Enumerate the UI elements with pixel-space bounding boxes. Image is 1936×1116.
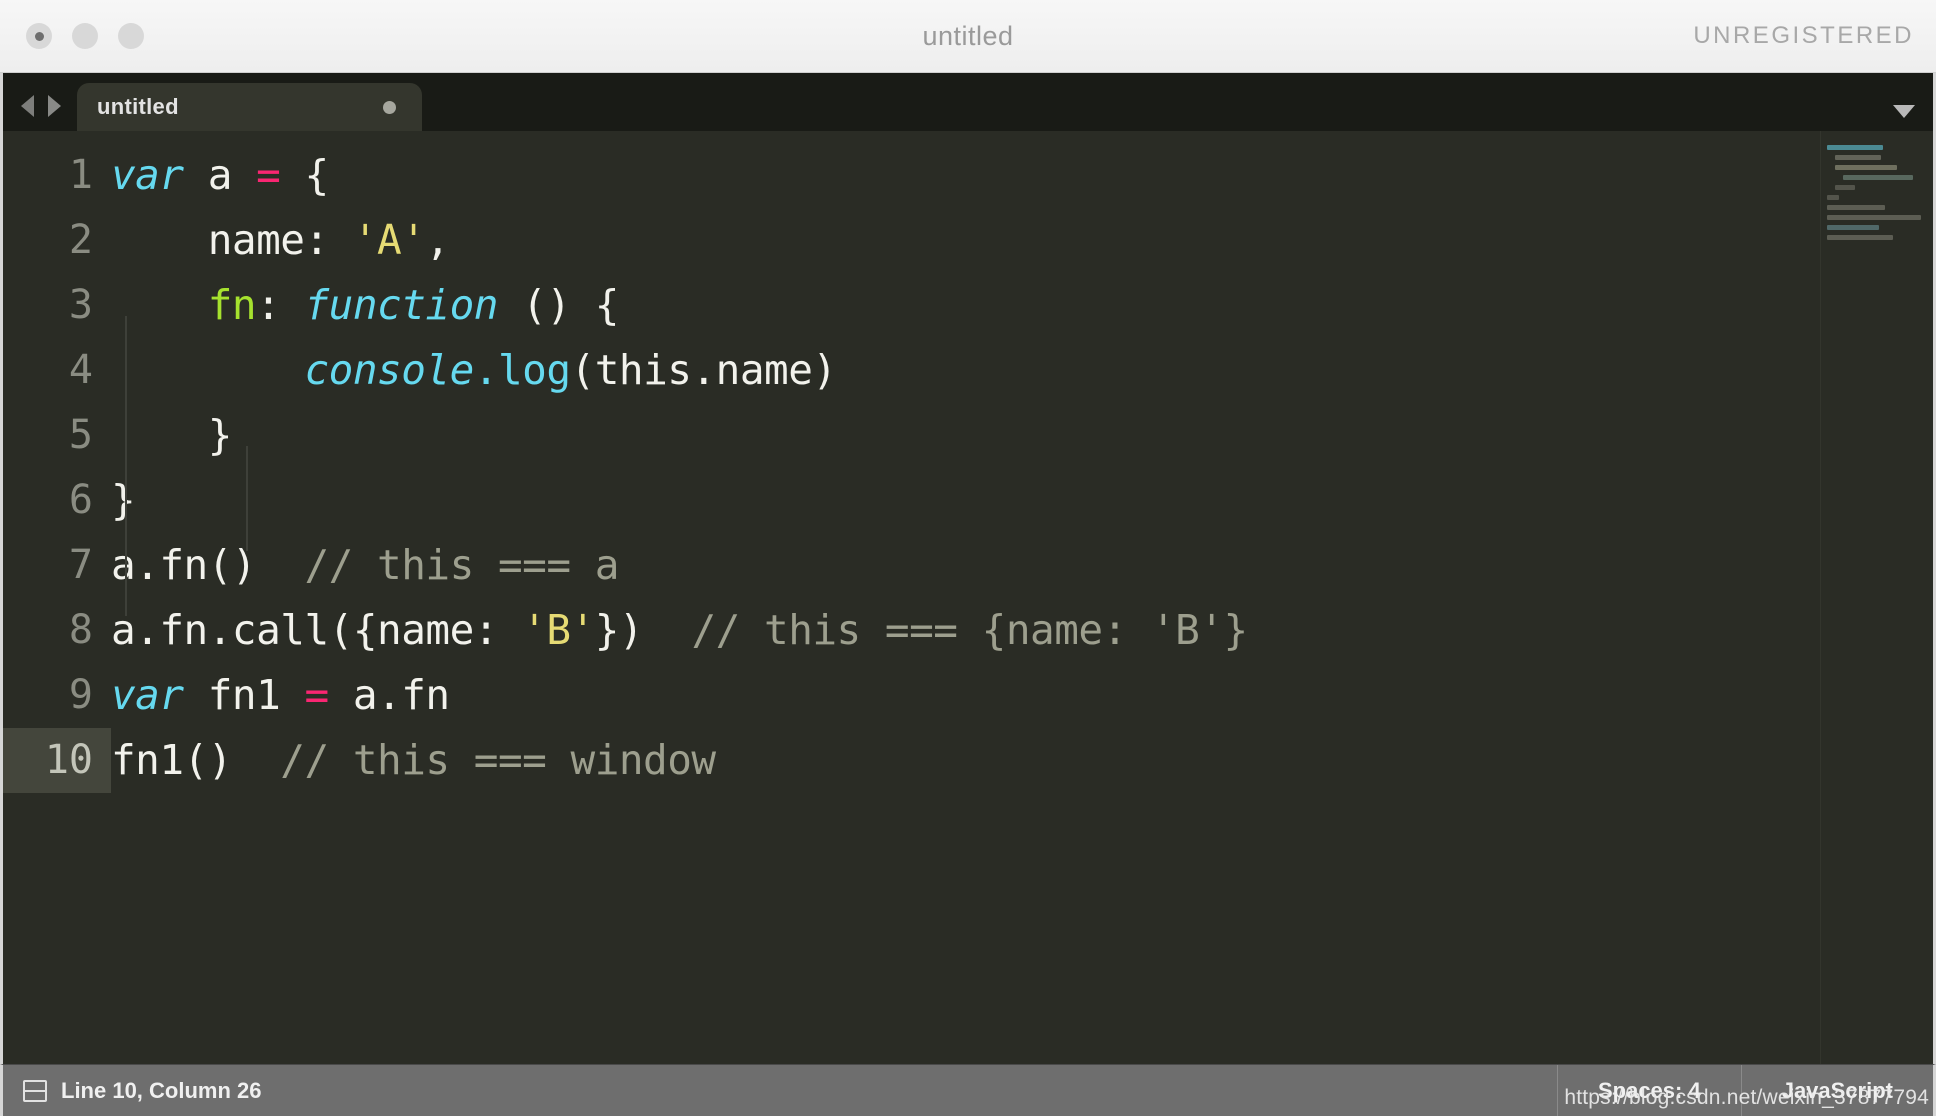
status-left-group: Line 10, Column 26	[3, 1078, 262, 1104]
license-badge: UNREGISTERED	[1693, 22, 1914, 49]
panel-layout-icon[interactable]	[23, 1079, 47, 1102]
minimap-line	[1843, 175, 1913, 180]
cursor-position-label: Line 10, Column 26	[61, 1077, 262, 1103]
arrow-left-icon[interactable]	[21, 95, 34, 117]
line-content: name: 'A',	[111, 216, 450, 264]
syntax-label: JavaScript	[1781, 1077, 1893, 1103]
line-content: }	[111, 411, 233, 459]
close-dot-icon	[34, 31, 44, 41]
code-line-1[interactable]: 1 var a = {	[3, 143, 1820, 208]
line-content: var fn1 = a.fn	[111, 671, 450, 719]
line-content: fn1() // this === window	[111, 736, 716, 784]
indentation-button[interactable]: Spaces: 4	[1556, 1065, 1741, 1116]
window-titlebar: untitled UNREGISTERED	[0, 0, 1936, 73]
traffic-light-group	[26, 23, 144, 49]
editor-shell: untitled 1 var a = { 2 name: 'A', 3 fn: …	[0, 73, 1936, 1064]
code-editor-area[interactable]: 1 var a = { 2 name: 'A', 3 fn: function …	[3, 131, 1933, 1064]
window-title: untitled	[922, 20, 1014, 51]
line-content: console.log(this.name)	[304, 346, 837, 394]
tab-bar: untitled	[3, 73, 1933, 131]
code-line-6[interactable]: 6 }	[3, 468, 1820, 533]
minimap-line	[1827, 225, 1879, 230]
code-lines: 1 var a = { 2 name: 'A', 3 fn: function …	[3, 131, 1820, 1064]
line-number: 6	[68, 477, 93, 523]
line-content: }	[111, 476, 136, 524]
minimap-line	[1827, 215, 1921, 220]
line-number: 5	[68, 412, 93, 458]
line-number: 1	[68, 152, 93, 198]
close-button[interactable]	[26, 23, 52, 49]
minimap-line	[1835, 155, 1881, 160]
line-content: a.fn() // this === a	[111, 541, 619, 589]
line-content: var a = {	[111, 151, 329, 199]
code-line-4[interactable]: 4 console.log(this.name)	[3, 338, 1820, 403]
tab-dirty-indicator-icon[interactable]	[383, 100, 396, 114]
sublime-text-window: untitled UNREGISTERED untitled 1 var a =…	[0, 0, 1936, 1116]
line-number: 3	[68, 282, 93, 328]
minimap-line	[1827, 145, 1883, 150]
chevron-down-icon[interactable]	[1893, 105, 1915, 118]
code-line-10[interactable]: 10 fn1() // this === window	[3, 728, 1820, 793]
maximize-button[interactable]	[118, 23, 144, 49]
code-line-8[interactable]: 8 a.fn.call({name: 'B'}) // this === {na…	[3, 598, 1820, 663]
status-bar: Line 10, Column 26 Spaces: 4 JavaScript …	[0, 1064, 1936, 1116]
indentation-label: Spaces: 4	[1597, 1077, 1701, 1103]
minimap-line	[1835, 185, 1855, 190]
tab-untitled[interactable]: untitled	[77, 83, 422, 131]
line-content: fn: function () {	[111, 281, 620, 329]
line-number: 9	[68, 672, 93, 718]
tab-label: untitled	[97, 94, 179, 119]
arrow-right-icon[interactable]	[48, 95, 61, 117]
status-right-group: Spaces: 4 JavaScript	[1556, 1065, 1933, 1116]
minimize-button[interactable]	[72, 23, 98, 49]
minimap-line	[1827, 235, 1893, 240]
line-number: 4	[68, 347, 93, 393]
tab-navigation	[3, 95, 77, 131]
syntax-button[interactable]: JavaScript	[1740, 1065, 1933, 1116]
minimap-line	[1827, 195, 1839, 200]
code-line-2[interactable]: 2 name: 'A',	[3, 208, 1820, 273]
line-number: 2	[68, 217, 93, 263]
line-number: 8	[68, 607, 93, 653]
minimap-line	[1835, 165, 1897, 170]
minimap-line	[1827, 205, 1885, 210]
line-number: 10	[3, 728, 111, 793]
code-line-5[interactable]: 5 }	[3, 403, 1820, 468]
line-number: 7	[68, 542, 93, 588]
editor-minimap[interactable]	[1820, 131, 1933, 1064]
code-line-7[interactable]: 7 a.fn() // this === a	[3, 533, 1820, 598]
code-line-9[interactable]: 9 var fn1 = a.fn	[3, 663, 1820, 728]
code-line-3[interactable]: 3 fn: function () {	[3, 273, 1820, 338]
line-content: a.fn.call({name: 'B'}) // this === {name…	[111, 606, 1248, 654]
